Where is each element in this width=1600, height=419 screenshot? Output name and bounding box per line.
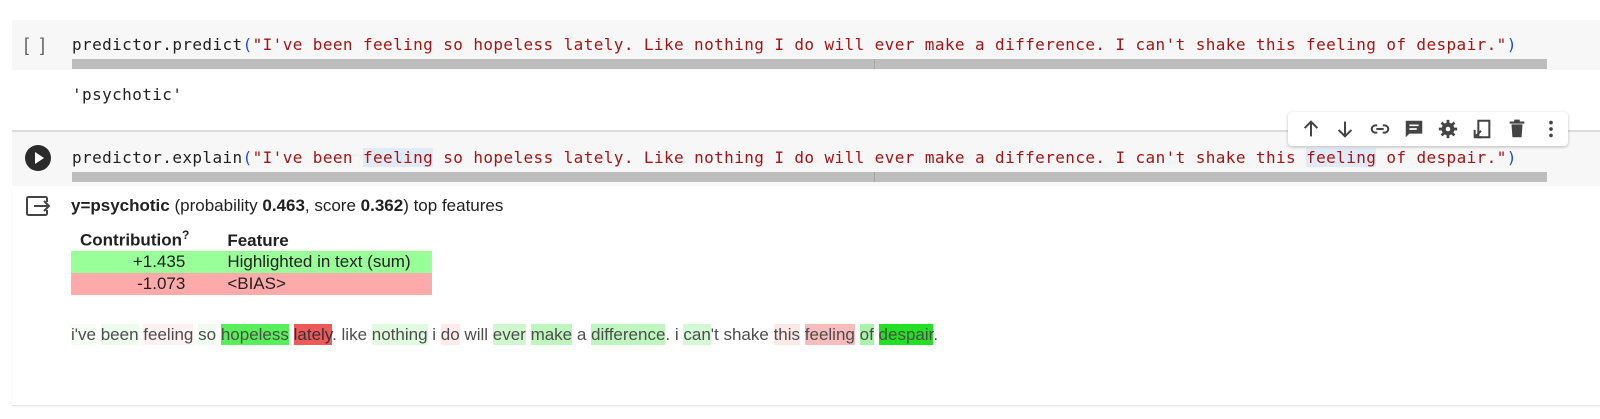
weighted-token: feeling (804, 324, 855, 345)
code-paren-close: ) (1506, 148, 1517, 167)
weighted-token: despair (878, 324, 934, 345)
summary-text: ) top features (403, 196, 504, 215)
settings-icon (1438, 119, 1458, 139)
cell-toolbar (1288, 112, 1568, 146)
header-label: Contribution (80, 231, 182, 250)
horizontal-scrollbar[interactable] (72, 59, 1547, 69)
contribution-value: +1.435 (132, 252, 186, 271)
delete-icon (1509, 119, 1524, 138)
code-highlight: feeling (1306, 148, 1377, 167)
help-marker[interactable]: ? (182, 228, 189, 242)
mirror-cell-button[interactable] (1465, 114, 1499, 144)
horizontal-scrollbar[interactable] (72, 172, 1547, 182)
weighted-token: ever (492, 324, 526, 345)
comment-icon (1405, 120, 1423, 138)
weighted-token: difference (591, 324, 666, 345)
weighted-token: so (198, 324, 217, 345)
feature-header: Feature (227, 231, 289, 250)
code-paren-close: ) (1506, 35, 1517, 54)
code-string-part: "I've been (252, 148, 363, 167)
weighted-token: this (773, 324, 801, 345)
more-vert-icon (1549, 120, 1553, 138)
code-editor-explain[interactable]: predictor.explain("I've been feeling so … (72, 148, 1517, 167)
feature-name: Highlighted in text (sum) (227, 252, 411, 271)
weighted-token: of (859, 324, 874, 345)
add-comment-button[interactable] (1397, 114, 1431, 144)
feature-name: <BIAS> (227, 274, 286, 293)
delete-cell-button[interactable] (1500, 114, 1534, 144)
weighted-token: feeling (143, 324, 194, 345)
highlighted-explanation-text: i've been feeling so hopeless lately. li… (71, 324, 939, 345)
target-label: y=psychotic (71, 196, 170, 215)
text-token: a (572, 325, 592, 344)
text-token: . i (665, 325, 684, 344)
summary-text: , score (304, 196, 361, 215)
cell-run-indicator[interactable]: [ ] (24, 35, 48, 56)
weighted-token: make (530, 324, 573, 345)
contribution-value: -1.073 (137, 274, 186, 293)
weighted-token: do (440, 324, 460, 345)
text-token: . (933, 325, 939, 344)
move-up-icon (1303, 120, 1319, 137)
code-paren-open: ( (242, 35, 253, 54)
code-highlight: feeling (362, 148, 434, 167)
more-actions-button[interactable] (1534, 114, 1568, 144)
weighted-token: nothing (371, 324, 428, 345)
mirror-cell-icon (1474, 119, 1491, 139)
probability-value: 0.463 (262, 196, 305, 215)
text-token: 't shake (710, 325, 774, 344)
weighted-token: hopeless (220, 324, 289, 345)
link-icon (1370, 124, 1389, 134)
cell-output-text: 'psychotic' (72, 85, 183, 104)
cell-output-area (12, 186, 1600, 406)
text-token: i (427, 325, 441, 344)
code-string-part: of despair." (1376, 148, 1507, 167)
weighted-token: been (100, 324, 139, 345)
text-token: will (459, 325, 493, 344)
scrollbar-marker (874, 59, 875, 69)
contribution-header: Contribution? (71, 226, 217, 251)
prediction-summary: y=psychotic (probability 0.463, score 0.… (71, 196, 503, 216)
move-cell-up-button[interactable] (1294, 114, 1328, 144)
code-function: predictor.explain (72, 148, 243, 167)
code-string: "I've been feeling so hopeless lately. L… (253, 148, 1507, 167)
weighted-token: i've (71, 324, 96, 345)
summary-text: (probability (169, 196, 263, 215)
weighted-token: lately (293, 324, 333, 345)
run-cell-button[interactable] (25, 145, 51, 171)
score-value: 0.362 (360, 196, 404, 215)
code-editor-predict[interactable]: predictor.predict("I've been feeling so … (72, 35, 1517, 54)
text-token: . like (332, 325, 372, 344)
weighted-token: can (683, 324, 711, 345)
move-down-icon (1338, 121, 1353, 138)
code-string-part: so hopeless lately. Like nothing I do wi… (433, 148, 1307, 167)
table-row: -1.073 <BIAS> (71, 273, 433, 295)
code-paren-open: ( (242, 148, 253, 167)
output-icon[interactable] (25, 194, 51, 218)
code-function: predictor.predict (72, 35, 243, 54)
cell-settings-button[interactable] (1431, 114, 1465, 144)
feature-table: Contribution? Feature +1.435 Highlighted… (71, 226, 433, 295)
table-row: +1.435 Highlighted in text (sum) (71, 251, 433, 273)
scrollbar-marker (874, 172, 875, 182)
move-cell-down-button[interactable] (1328, 114, 1362, 144)
copy-link-button[interactable] (1363, 114, 1397, 144)
code-string: "I've been feeling so hopeless lately. L… (252, 35, 1507, 54)
